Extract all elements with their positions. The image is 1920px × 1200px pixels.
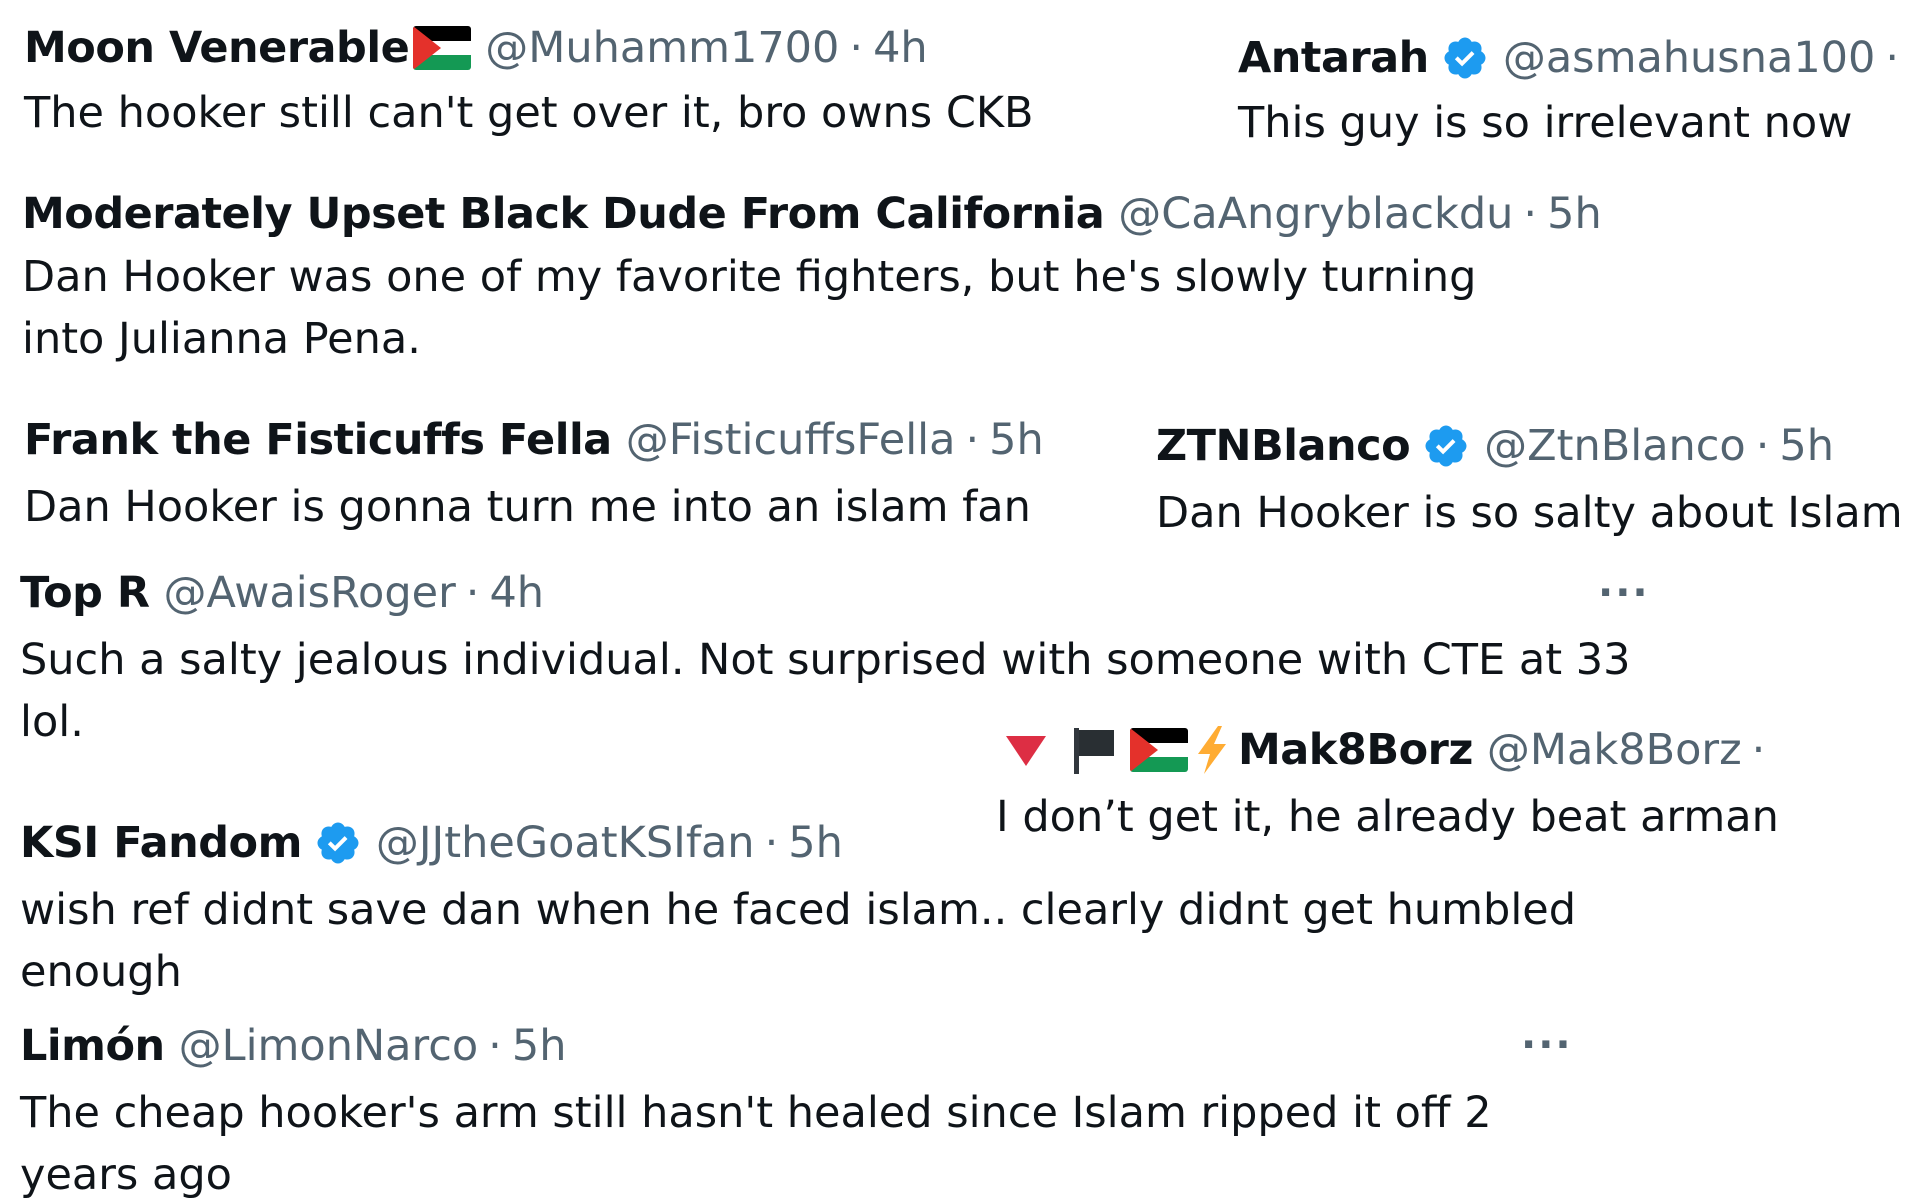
tweet-header: ZTNBlanco @ZtnBlanco · 5h [1156,418,1903,474]
author-name[interactable]: Top R [20,565,150,621]
tweet-text: This guy is so irrelevant now [1238,98,1853,148]
tweet-header: Antarah @asmahusna100 · [1238,30,1909,86]
timestamp[interactable]: 4h [489,565,544,621]
separator: · [965,415,980,465]
tweet-header: Limón @LimonNarco · 5h [20,1018,1600,1074]
more-options-button[interactable]: ··· [1521,1022,1573,1068]
separator: · [465,568,480,618]
tweet-text: Dan Hooker is so salty about Islam [1156,488,1903,538]
verified-badge-icon [1425,425,1467,467]
author-name[interactable]: Frank the Fisticuffs Fella [24,412,612,468]
author-name[interactable]: Mak8Borz [1238,722,1473,778]
tweet-text: wish ref didnt save dan when he faced is… [20,885,1577,997]
separator: · [1885,33,1900,83]
tweet-limonnarco[interactable]: Limón @LimonNarco · 5h The cheap hooker'… [20,1018,1600,1200]
tweet-caangryblackdu[interactable]: Moderately Upset Black Dude From Califor… [22,186,1602,370]
separator: · [764,818,779,868]
tweet-header: Moderately Upset Black Dude From Califor… [22,186,1602,242]
author-handle[interactable]: @asmahusna100 [1503,30,1876,86]
tweet-jjthegoatksifan[interactable]: KSI Fandom @JJtheGoatKSIfan · 5h wish re… [20,815,1580,1003]
timestamp[interactable]: 5h [1547,186,1602,242]
separator: · [1755,421,1770,471]
timestamp[interactable]: 5h [989,412,1044,468]
author-handle[interactable]: @Muhamm1700 [485,20,839,76]
author-handle[interactable]: @JJtheGoatKSIfan [376,815,755,871]
author-name[interactable]: Moderately Upset Black Dude From Califor… [22,186,1105,242]
verified-badge-icon [1444,37,1486,79]
author-handle[interactable]: @LimonNarco [179,1018,479,1074]
tweet-ztnblanco[interactable]: ZTNBlanco @ZtnBlanco · 5h Dan Hooker is … [1156,418,1903,544]
author-handle[interactable]: @AwaisRoger [164,565,456,621]
tweet-antarah[interactable]: Antarah @asmahusna100 · This guy is so i… [1238,30,1909,154]
timestamp[interactable]: 4h [873,20,928,76]
red-triangle-icon [1006,736,1046,766]
author-name[interactable]: Antarah [1238,30,1429,86]
tweet-text: Dan Hooker was one of my favorite fighte… [22,252,1477,364]
palestine-flag-icon [413,26,472,70]
author-name[interactable]: ZTNBlanco [1156,418,1411,474]
timestamp[interactable]: 5h [1779,418,1834,474]
tweet-text: The cheap hooker's arm still hasn't heal… [20,1088,1492,1200]
timestamp[interactable]: 5h [788,815,843,871]
author-handle[interactable]: @FisticuffsFella [626,412,956,468]
verified-badge-icon [317,822,359,864]
author-name[interactable]: KSI Fandom [20,815,302,871]
author-name[interactable]: Moon Venerable [24,20,410,76]
tweet-header: Frank the Fisticuffs Fella @FisticuffsFe… [24,412,1044,468]
tweet-header: Mak8Borz @Mak8Borz · [1004,722,1779,778]
author-name[interactable]: Limón [20,1018,165,1074]
tweet-header: KSI Fandom @JJtheGoatKSIfan · 5h [20,815,1580,871]
palestine-flag-icon [1130,728,1188,772]
author-handle[interactable]: @Mak8Borz [1487,722,1742,778]
tweet-header: Moon Venerable @Muhamm1700 · 4h [24,20,1034,76]
tweet-text: The hooker still can't get over it, bro … [24,88,1034,138]
separator: · [1523,189,1538,239]
author-handle[interactable]: @CaAngryblackdu [1118,186,1513,242]
tweet-header: Top R @AwaisRoger · 4h [20,565,1680,621]
separator: · [1751,725,1766,775]
more-options-button[interactable]: ··· [1598,570,1650,616]
black-flag-icon [1074,728,1114,774]
timestamp[interactable]: 5h [512,1018,567,1074]
author-handle[interactable]: @ZtnBlanco [1484,418,1746,474]
separator: · [849,23,864,73]
lightning-icon [1198,726,1226,774]
tweet-text: Dan Hooker is gonna turn me into an isla… [24,482,1031,532]
separator: · [488,1021,502,1071]
tweet-fisticuffsfella[interactable]: Frank the Fisticuffs Fella @FisticuffsFe… [24,412,1044,538]
tweet-moon-venerable[interactable]: Moon Venerable @Muhamm1700 · 4h The hook… [24,20,1034,144]
